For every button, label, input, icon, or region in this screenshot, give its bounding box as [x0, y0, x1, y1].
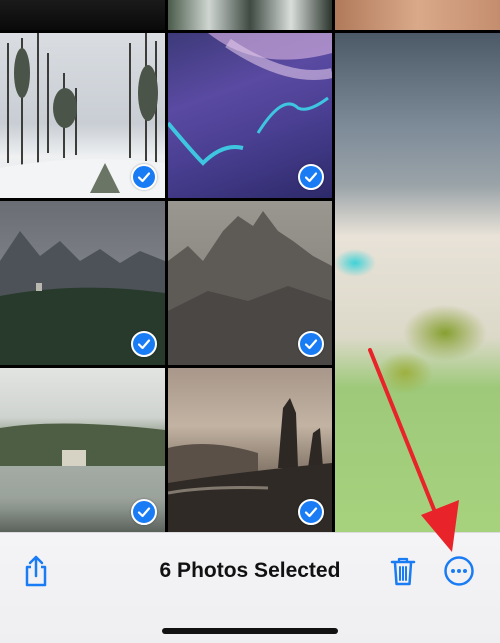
delete-button[interactable] [385, 553, 421, 589]
photo-partial-top-left[interactable] [0, 0, 165, 30]
selected-checkmark-icon [298, 499, 324, 525]
more-button[interactable] [441, 553, 477, 589]
photo-snowy-forest[interactable] [0, 33, 165, 198]
photo-rock-pinnacles[interactable] [168, 368, 332, 533]
photo-aurora[interactable] [168, 33, 332, 198]
selected-checkmark-icon [298, 331, 324, 357]
photo-grid [0, 0, 500, 540]
photo-misty-mountains[interactable] [0, 201, 165, 365]
selected-checkmark-icon [131, 331, 157, 357]
ellipsis-circle-icon [444, 556, 474, 586]
photo-blurred-right[interactable] [335, 33, 500, 540]
selected-checkmark-icon [131, 499, 157, 525]
photo-lake-castle[interactable] [0, 368, 165, 533]
selected-checkmark-icon [131, 164, 157, 190]
photo-partial-top-mid[interactable] [168, 0, 332, 30]
home-indicator [162, 628, 338, 634]
selected-checkmark-icon [298, 164, 324, 190]
selection-count-title: 6 Photos Selected [159, 559, 341, 582]
photo-partial-top-right[interactable] [335, 0, 500, 30]
selection-toolbar: 6 Photos Selected [0, 532, 500, 643]
trash-icon [390, 557, 416, 586]
photo-rocky-peaks[interactable] [168, 201, 332, 365]
